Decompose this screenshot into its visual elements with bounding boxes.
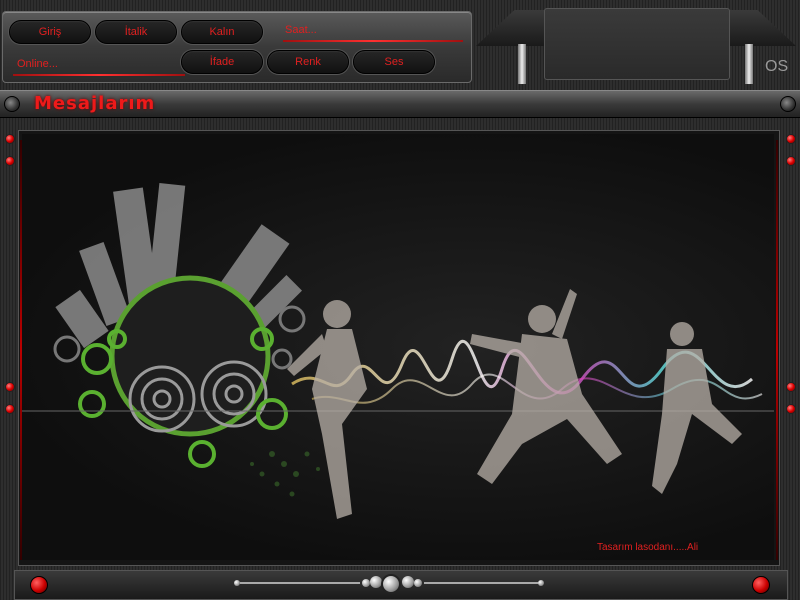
dial-icon[interactable]	[381, 574, 401, 594]
renk-button[interactable]: Renk	[267, 50, 349, 74]
saat-label: Saat...	[285, 24, 317, 36]
slider-dot	[402, 576, 414, 588]
kalin-button[interactable]: Kalın	[181, 20, 263, 44]
background-artwork	[22, 183, 774, 519]
display-screen	[544, 8, 730, 80]
slider-dot	[362, 579, 370, 587]
title-bar: Mesajlarım	[0, 90, 800, 118]
record-icon[interactable]	[752, 576, 770, 594]
led-icon	[786, 156, 796, 166]
led-icon	[786, 382, 796, 392]
decor-pillar-right	[745, 44, 753, 84]
knob-icon	[780, 96, 796, 112]
page-title: Mesajlarım	[34, 93, 156, 114]
led-icon	[5, 404, 15, 414]
slider-dot	[234, 580, 240, 586]
led-icon	[5, 382, 15, 392]
brand-mark: OS	[765, 58, 789, 75]
ses-button[interactable]: Ses	[353, 50, 435, 74]
control-panel: Giriş İtalik Kalın Saat... Online... İfa…	[2, 11, 472, 83]
saat-underline	[283, 40, 463, 42]
designer-credit: Tasarım lasodanı.....Ali	[597, 542, 699, 553]
slider-track-left	[240, 582, 360, 584]
frame-glow-right	[776, 140, 778, 560]
online-underline	[13, 74, 185, 76]
knob-icon	[4, 96, 20, 112]
slider-dot	[538, 580, 544, 586]
decor-pillar-left	[518, 44, 526, 84]
led-icon	[5, 156, 15, 166]
led-icon	[786, 404, 796, 414]
led-icon	[5, 134, 15, 144]
slider-dot	[414, 579, 422, 587]
giris-button[interactable]: Giriş	[9, 20, 91, 44]
record-icon[interactable]	[30, 576, 48, 594]
led-icon	[786, 134, 796, 144]
message-area[interactable]	[22, 134, 774, 560]
italik-button[interactable]: İtalik	[95, 20, 177, 44]
slider-track-right	[424, 582, 540, 584]
bottom-bar	[14, 570, 788, 600]
ifade-button[interactable]: İfade	[181, 50, 263, 74]
online-label: Online...	[17, 58, 58, 70]
